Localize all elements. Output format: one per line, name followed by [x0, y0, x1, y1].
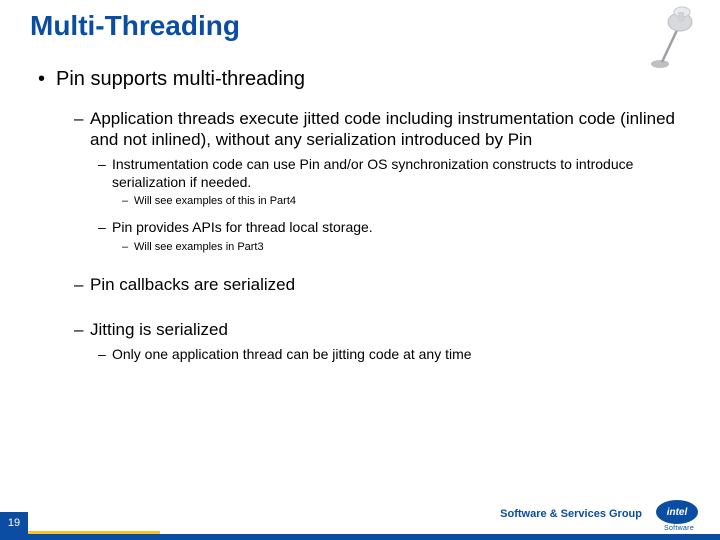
bullet-dash-icon: – [74, 320, 90, 341]
bullet-level4: – Will see examples in Part3 [122, 241, 690, 253]
bullet-dash-icon: – [122, 195, 134, 207]
bullet-text: Will see examples of this in Part4 [134, 195, 296, 207]
bullet-dash-icon: – [122, 241, 134, 253]
bullet-level3: – Pin provides APIs for thread local sto… [98, 219, 690, 237]
bullet-text: Pin callbacks are serialized [90, 275, 295, 296]
intel-logo-text: intel [656, 500, 698, 524]
page-number: 19 [0, 512, 28, 534]
bullet-level3: – Instrumentation code can use Pin and/o… [98, 156, 690, 191]
bullet-dash-icon: – [98, 346, 112, 364]
bullet-level2: – Application threads execute jitted cod… [74, 109, 690, 150]
bullet-level3: – Only one application thread can be jit… [98, 346, 690, 364]
bullet-dash-icon: – [74, 109, 90, 150]
bullet-text: Instrumentation code can use Pin and/or … [112, 156, 690, 191]
bullet-text: Pin supports multi-threading [56, 68, 305, 91]
footer-group-label: Software & Services Group [500, 508, 642, 520]
bullet-dash-icon: – [98, 156, 112, 191]
bullet-text: Pin provides APIs for thread local stora… [112, 219, 373, 237]
bullet-level2: – Jitting is serialized [74, 320, 690, 341]
footer: Software & Services Group intel Software… [0, 492, 720, 540]
bullet-dash-icon: – [74, 275, 90, 296]
intel-logo: intel Software [650, 500, 708, 532]
footer-bar [0, 534, 720, 540]
bullet-level1: • Pin supports multi-threading [38, 68, 690, 91]
bullet-text: Jitting is serialized [90, 320, 228, 341]
slide-title: Multi-Threading [30, 10, 240, 42]
intel-logo-subtext: Software [650, 525, 708, 532]
bullet-text: Only one application thread can be jitti… [112, 346, 472, 364]
bullet-dot-icon: • [38, 68, 56, 91]
bullet-level2: – Pin callbacks are serialized [74, 275, 690, 296]
bullet-text: Application threads execute jitted code … [90, 109, 690, 150]
bullet-text: Will see examples in Part3 [134, 241, 264, 253]
slide: Multi-Threading • Pin supports multi-thr… [0, 0, 720, 540]
content-area: • Pin supports multi-threading – Applica… [38, 68, 690, 368]
bullet-level4: – Will see examples of this in Part4 [122, 195, 690, 207]
bullet-dash-icon: – [98, 219, 112, 237]
pushpin-icon [648, 2, 698, 72]
